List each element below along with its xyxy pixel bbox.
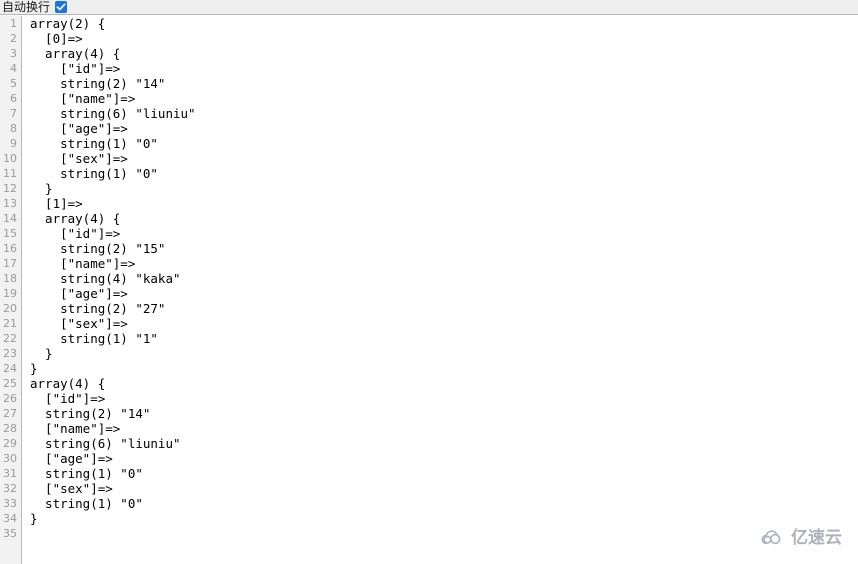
line-number: 28 [3, 422, 17, 435]
cloud-icon [761, 530, 781, 545]
line-number: 5 [10, 77, 17, 90]
code-line[interactable]: array(2) { [30, 16, 850, 31]
line-number: 6 [10, 92, 17, 105]
code-line[interactable]: ["id"]=> [30, 226, 850, 241]
line-number: 24 [3, 362, 17, 375]
code-line[interactable]: ["name"]=> [30, 256, 850, 271]
line-number: 22 [3, 332, 17, 345]
code-line[interactable]: ["id"]=> [30, 61, 850, 76]
code-line[interactable]: ["id"]=> [30, 391, 850, 406]
code-line[interactable]: [1]=> [30, 196, 850, 211]
line-number: 9 [10, 137, 17, 150]
line-number: 18 [3, 272, 17, 285]
code-line[interactable]: string(1) "1" [30, 331, 850, 346]
code-line[interactable]: } [30, 181, 850, 196]
code-line[interactable] [30, 526, 850, 541]
line-number: 7 [10, 107, 17, 120]
code-line[interactable]: ["name"]=> [30, 91, 850, 106]
code-line[interactable]: string(1) "0" [30, 466, 850, 481]
code-line[interactable]: ["age"]=> [30, 286, 850, 301]
code-viewer[interactable]: 1 2 3 4 5 6 7 8 9 10 11 12 13 14 15 16 17 18 19 20 21 22 23 24 2… [0, 16, 858, 564]
code-line[interactable]: string(6) "liuniu" [30, 106, 850, 121]
code-line[interactable]: ["age"]=> [30, 121, 850, 136]
line-number: 13 [3, 197, 17, 210]
line-number: 34 [3, 512, 17, 525]
code-line[interactable]: array(4) { [30, 46, 850, 61]
line-number: 20 [3, 302, 17, 315]
line-number: 16 [3, 242, 17, 255]
line-number: 10 [3, 152, 17, 165]
code-line[interactable]: [0]=> [30, 31, 850, 46]
code-line[interactable]: array(4) { [30, 376, 850, 391]
code-line[interactable]: string(1) "0" [30, 496, 850, 511]
line-number: 19 [3, 287, 17, 300]
line-number: 30 [3, 452, 17, 465]
line-number: 23 [3, 347, 17, 360]
code-line[interactable]: string(2) "15" [30, 241, 850, 256]
line-number: 8 [10, 122, 17, 135]
check-icon [56, 3, 66, 11]
code-line[interactable]: string(2) "14" [30, 406, 850, 421]
line-number: 12 [3, 182, 17, 195]
line-number: 14 [3, 212, 17, 225]
watermark-text: 亿速云 [791, 528, 842, 548]
code-line[interactable]: string(4) "kaka" [30, 271, 850, 286]
page-root: 自动换行 1 2 3 4 5 6 7 8 9 10 11 12 13 14 15 16 17 18 19 20 21 22… [0, 0, 858, 564]
code-line[interactable]: } [30, 511, 850, 526]
code-line[interactable]: ["sex"]=> [30, 151, 850, 166]
line-number: 11 [3, 167, 17, 180]
code-line[interactable]: array(4) { [30, 211, 850, 226]
line-number-gutter: 1 2 3 4 5 6 7 8 9 10 11 12 13 14 15 16 17 18 19 20 21 22 23 24 2… [0, 16, 22, 564]
code-line[interactable]: string(1) "0" [30, 166, 850, 181]
line-number: 33 [3, 497, 17, 510]
code-line[interactable]: ["sex"]=> [30, 316, 850, 331]
code-line[interactable]: string(6) "liuniu" [30, 436, 850, 451]
line-number: 31 [3, 467, 17, 480]
word-wrap-checkbox[interactable] [55, 1, 68, 13]
line-number: 1 [10, 17, 17, 30]
line-number: 35 [3, 527, 17, 540]
code-line[interactable]: ["age"]=> [30, 451, 850, 466]
line-number: 25 [3, 377, 17, 390]
line-number: 32 [3, 482, 17, 495]
code-line[interactable]: string(1) "0" [30, 136, 850, 151]
line-number: 3 [10, 47, 17, 60]
line-number: 17 [3, 257, 17, 270]
code-content[interactable]: array(2) { [0]=> array(4) { ["id"]=> str… [30, 16, 850, 564]
code-line[interactable]: string(2) "27" [30, 301, 850, 316]
line-number: 26 [3, 392, 17, 405]
line-number: 21 [3, 317, 17, 330]
line-number: 27 [3, 407, 17, 420]
watermark: 亿速云 [761, 528, 842, 548]
code-line[interactable]: } [30, 346, 850, 361]
line-number: 15 [3, 227, 17, 240]
line-number: 4 [10, 62, 17, 75]
word-wrap-label: 自动换行 [2, 0, 51, 14]
code-line[interactable]: ["sex"]=> [30, 481, 850, 496]
line-number: 29 [3, 437, 17, 450]
toolbar: 自动换行 [0, 0, 858, 15]
code-line[interactable]: } [30, 361, 850, 376]
code-line[interactable]: ["name"]=> [30, 421, 850, 436]
code-line[interactable]: string(2) "14" [30, 76, 850, 91]
line-number: 2 [10, 32, 17, 45]
